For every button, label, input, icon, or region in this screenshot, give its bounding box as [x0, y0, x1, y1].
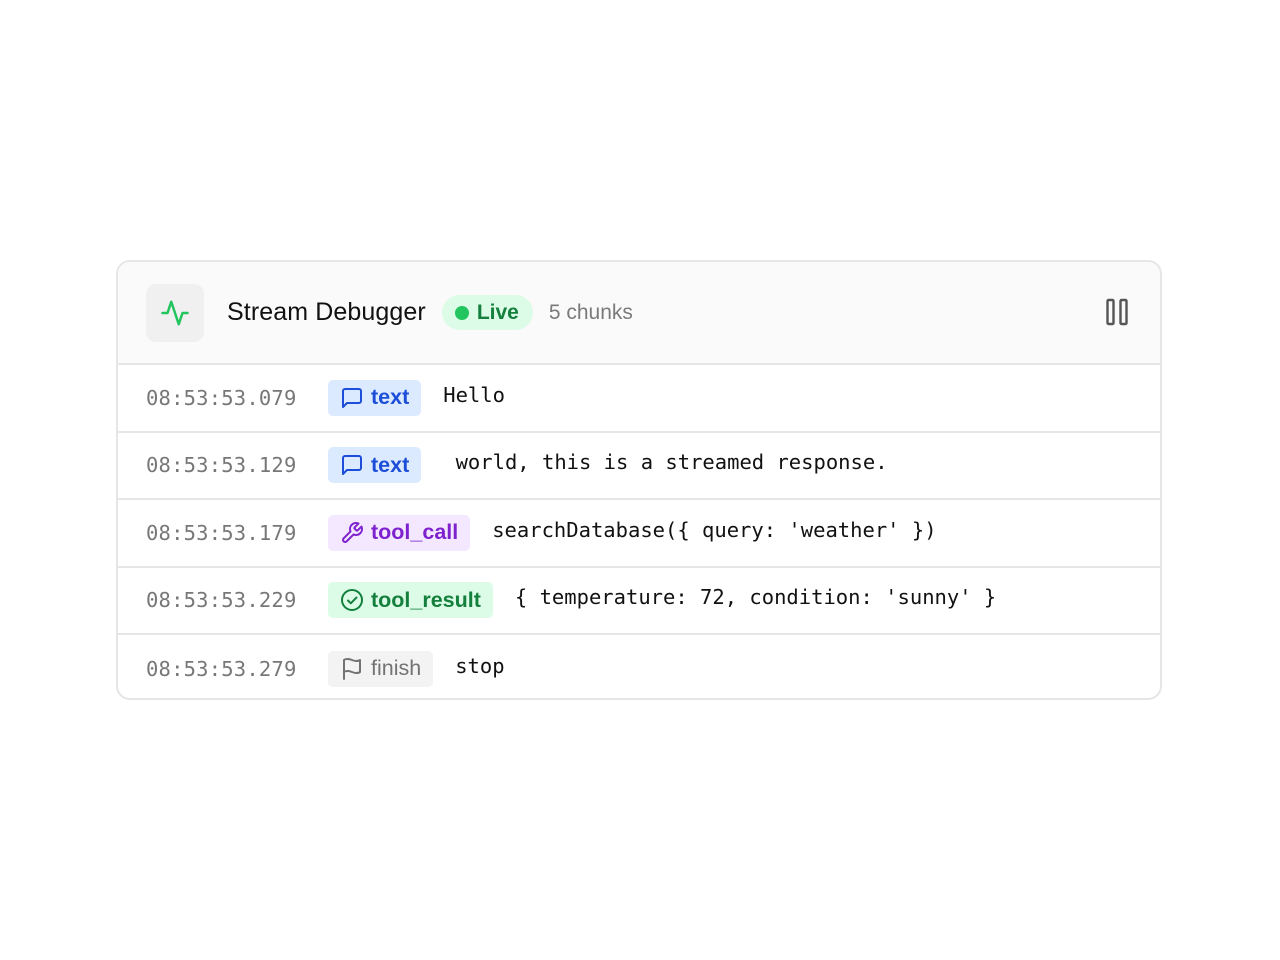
message-square-icon — [339, 452, 365, 478]
activity-icon — [146, 283, 204, 342]
chunk-type-label: text — [371, 385, 410, 410]
chunk-type-badge: tool_result — [328, 582, 493, 619]
chunk-payload: Hello — [443, 382, 505, 407]
chunk-row[interactable]: 08:53:53.279 finish stop — [118, 635, 1160, 698]
chunk-type-label: text — [371, 452, 410, 477]
chunk-timestamp: 08:53:53.079 — [146, 385, 297, 410]
chunk-timestamp: 08:53:53.179 — [146, 520, 297, 545]
check-circle-icon — [339, 587, 365, 613]
chunk-type-badge: finish — [328, 650, 434, 687]
chunk-timestamp: 08:53:53.279 — [146, 656, 297, 681]
chunk-row[interactable]: 08:53:53.179 tool_call searchDatabase({ … — [118, 500, 1160, 568]
chunk-list: 08:53:53.079 text Hello 08:53:53.129 tex… — [118, 365, 1160, 698]
chunk-payload: world, this is a streamed response. — [443, 450, 888, 475]
page-title: Stream Debugger — [227, 298, 426, 326]
live-label: Live — [476, 300, 519, 324]
chunk-type-badge: text — [328, 379, 422, 416]
live-status-badge: Live — [441, 295, 533, 330]
chunk-count: 5 chunks — [548, 300, 633, 324]
chunk-payload: stop — [455, 653, 505, 678]
chunk-type-badge: tool_call — [328, 514, 471, 551]
chunk-type-label: tool_result — [371, 587, 481, 612]
chunk-payload: { temperature: 72, condition: 'sunny' } — [514, 585, 997, 610]
message-square-icon — [339, 385, 365, 411]
chunk-timestamp: 08:53:53.229 — [146, 588, 297, 613]
chunk-timestamp: 08:53:53.129 — [146, 453, 297, 478]
chunk-row[interactable]: 08:53:53.229 tool_result { temperature: … — [118, 568, 1160, 635]
chunk-type-label: finish — [371, 656, 422, 681]
stream-debugger-panel: Stream Debugger Live 5 chunks 08:53:53.0… — [116, 260, 1162, 700]
pause-icon — [1106, 298, 1128, 326]
chunk-type-label: tool_call — [371, 520, 459, 545]
live-dot-icon — [454, 305, 469, 320]
panel-header: Stream Debugger Live 5 chunks — [118, 262, 1160, 365]
chunk-payload: searchDatabase({ query: 'weather' }) — [492, 517, 937, 542]
flag-icon — [339, 656, 365, 682]
wrench-icon — [339, 520, 365, 546]
chunk-row[interactable]: 08:53:53.129 text world, this is a strea… — [118, 433, 1160, 500]
chunk-type-badge: text — [328, 447, 422, 484]
chunk-row[interactable]: 08:53:53.079 text Hello — [118, 365, 1160, 433]
pause-button[interactable] — [1098, 292, 1138, 332]
